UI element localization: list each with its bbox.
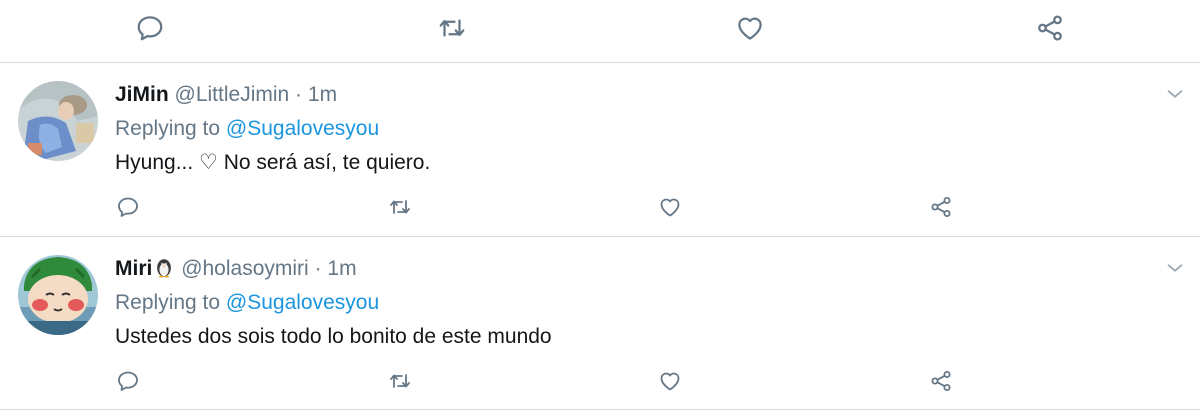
reply-icon[interactable] (135, 13, 165, 43)
replying-to-label: Replying to (115, 291, 221, 314)
like-icon[interactable] (658, 369, 682, 393)
penguin-emoji-icon (153, 256, 175, 278)
like-icon[interactable] (735, 13, 765, 43)
share-icon[interactable] (929, 369, 953, 393)
timestamp[interactable]: 1m (308, 83, 337, 106)
display-name[interactable]: Miri (115, 257, 152, 280)
retweet-icon[interactable] (387, 369, 413, 393)
tweet[interactable]: JiMin @LittleJimin · 1m Replying to @Sug… (0, 63, 1200, 235)
tweet-header: JiMin @LittleJimin · 1m (115, 80, 337, 110)
user-handle[interactable]: @LittleJimin (175, 83, 290, 106)
share-icon[interactable] (929, 195, 953, 219)
separator: · (295, 83, 303, 106)
tweet[interactable]: Miri @holasoymiri · 1m Replying to @Suga… (0, 237, 1200, 409)
replying-to-label: Replying to (115, 117, 221, 140)
user-handle[interactable]: @holasoymiri (181, 257, 309, 280)
share-icon[interactable] (1035, 13, 1065, 43)
like-icon[interactable] (658, 195, 682, 219)
tweet-text: Hyung... ♡ No será así, te quiero. (115, 151, 431, 174)
replying-to: Replying to @Sugalovesyou (115, 288, 379, 318)
retweet-icon[interactable] (387, 195, 413, 219)
display-name[interactable]: JiMin (115, 83, 169, 106)
chevron-down-icon[interactable] (1164, 83, 1186, 105)
reply-icon[interactable] (116, 369, 140, 393)
mention-link[interactable]: @Sugalovesyou (226, 291, 379, 314)
tweet-header: Miri @holasoymiri · 1m (115, 254, 357, 284)
replying-to: Replying to @Sugalovesyou (115, 114, 379, 144)
chevron-down-icon[interactable] (1164, 257, 1186, 279)
divider (0, 409, 1200, 410)
mention-link[interactable]: @Sugalovesyou (226, 117, 379, 140)
avatar-miri[interactable] (18, 255, 98, 335)
timestamp[interactable]: 1m (327, 257, 356, 280)
retweet-icon[interactable] (436, 13, 468, 43)
separator: · (314, 257, 322, 280)
previous-tweet-actions (0, 0, 1200, 62)
avatar-jimin[interactable] (18, 81, 98, 161)
reply-icon[interactable] (116, 195, 140, 219)
tweet-text: Ustedes dos sois todo lo bonito de este … (115, 325, 552, 348)
